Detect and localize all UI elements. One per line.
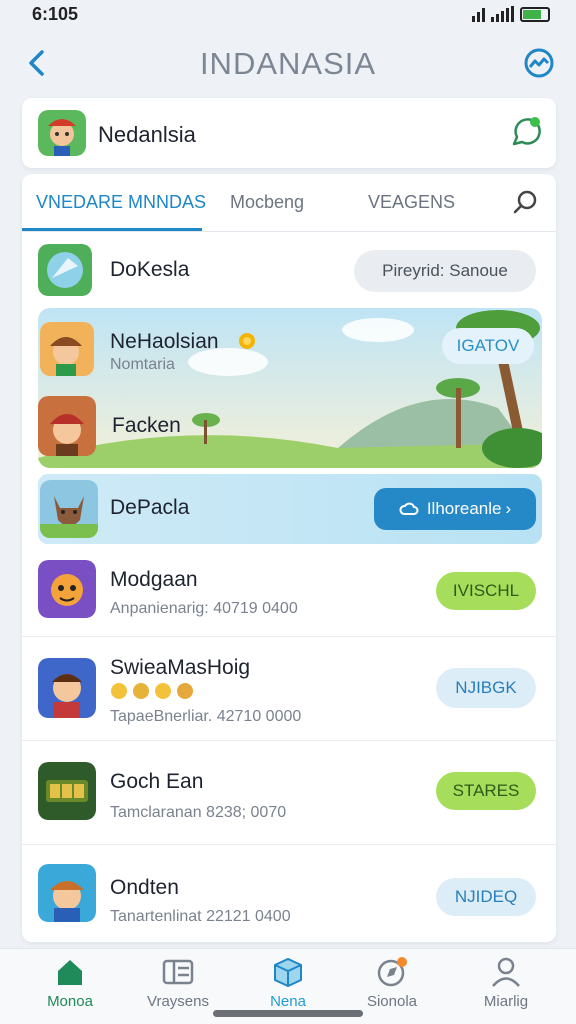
- coin-icon: [239, 333, 255, 349]
- ivischl-button[interactable]: IVISCHL: [436, 572, 536, 610]
- nav-label: Nena: [270, 993, 306, 1010]
- list-item-dokesla[interactable]: DoKesla Pireyrid: Sanoue: [22, 238, 556, 304]
- row-name: Goch Ean: [110, 770, 204, 793]
- list-item-goch-ean[interactable]: Goch Ean Tamclaranan 8238; 0070 STARES: [22, 742, 556, 842]
- row-name: DoKesla: [110, 258, 190, 281]
- nav-label: Monoa: [47, 993, 93, 1010]
- status-icons: [472, 6, 550, 22]
- ilhoreanle-button[interactable]: Ilhoreanle ›: [374, 488, 536, 530]
- ondten-app-icon: [38, 864, 96, 922]
- emoji-icon: [155, 683, 171, 699]
- status-bar: 6:105: [0, 0, 576, 32]
- status-time: 6:105: [32, 4, 79, 24]
- dokesla-app-icon: [38, 244, 92, 296]
- row-name: Modgaan: [110, 568, 198, 591]
- grid-panel-icon: [162, 959, 194, 985]
- home-indicator[interactable]: [213, 1010, 363, 1017]
- emoji-icon: [111, 683, 127, 699]
- emoji-icon: [133, 683, 149, 699]
- stares-button[interactable]: STARES: [436, 772, 536, 810]
- emoji-row: [110, 682, 194, 700]
- list-item-swieamashoig[interactable]: SwieaMasHoig TapaeBnerliar. 42710 0000 N…: [22, 638, 556, 740]
- compass-icon: [377, 957, 407, 987]
- row-divider: [22, 844, 556, 845]
- tab-veagens[interactable]: VEAGENS: [368, 192, 455, 213]
- row-subtitle: Nomtaria: [110, 356, 175, 373]
- profile-card[interactable]: Nedanlsia: [22, 98, 556, 168]
- row-name: Facken: [112, 414, 181, 437]
- row-name: DePacla: [110, 496, 190, 519]
- depacla-app-icon: [40, 480, 98, 538]
- nav-item-miarlig[interactable]: Miarlig: [456, 955, 556, 1010]
- row-name: NeHaolsian: [110, 330, 219, 353]
- row-divider: [22, 636, 556, 637]
- list-item-depacla[interactable]: DePacla Ilhoreanle ›: [38, 474, 542, 544]
- nav-label: Vraysens: [147, 993, 209, 1010]
- page-title: INDANASIA: [199, 46, 377, 81]
- nav-item-nena[interactable]: Nena: [238, 955, 338, 1010]
- row-subtitle: Anpanienarig: 40719 0400: [110, 600, 298, 617]
- njideq-button[interactable]: NJIDEQ: [436, 878, 536, 916]
- signal-icon: [491, 6, 514, 22]
- nehaolsian-app-icon: [40, 322, 94, 376]
- igatov-button[interactable]: IGATOV: [442, 328, 534, 364]
- row-subtitle: Tamclaranan 8238; 0070: [110, 804, 287, 821]
- nav-item-sionola[interactable]: Sionola: [342, 955, 442, 1010]
- nav-label: Sionola: [366, 993, 418, 1010]
- njibgk-button[interactable]: NJIBGK: [436, 668, 536, 708]
- chat-bubble-icon[interactable]: [508, 114, 544, 150]
- search-icon[interactable]: [512, 188, 540, 216]
- chevron-right-icon: ›: [505, 499, 512, 518]
- facken-app-icon: [38, 396, 96, 456]
- battery-icon: [520, 7, 550, 22]
- messenger-icon[interactable]: [522, 46, 556, 80]
- nav-item-monoa[interactable]: Monoa: [20, 955, 120, 1010]
- featured-banner: NeHaolsian Nomtaria IGATOV Facken: [38, 308, 542, 468]
- goch-ean-app-icon: [38, 762, 96, 820]
- list-item-modgaan[interactable]: Modgaan Anpanienarig: 40719 0400 IVISCHL: [22, 548, 556, 636]
- row-divider: [22, 740, 556, 741]
- nav-item-vraysens[interactable]: Vraysens: [128, 955, 228, 1010]
- row-name: Ondten: [110, 876, 179, 899]
- tab-vnedare-mnndas[interactable]: VNEDARE MNNDAS: [36, 192, 206, 213]
- tab-bar: VNEDARE MNNDAS Mocbeng VEAGENS: [22, 174, 556, 232]
- ilhoreanle-label: Ilhoreanle: [426, 499, 502, 518]
- list-item-ondten[interactable]: Ondten Tanartenlinat 22121 0400 NJIDEQ: [22, 846, 556, 942]
- swieamashoig-app-icon: [38, 658, 96, 718]
- modgaan-app-icon: [38, 560, 96, 618]
- row-name: SwieaMasHoig: [110, 656, 251, 679]
- cloud-icon: [399, 502, 419, 515]
- content-card: VNEDARE MNNDAS Mocbeng VEAGENS DoKesla P…: [22, 174, 556, 942]
- user-profile-icon: [492, 957, 520, 987]
- profile-name: Nedanlsia: [98, 122, 196, 147]
- wifi-icon: [472, 6, 485, 22]
- row-subtitle: Tanartenlinat 22121 0400: [110, 908, 291, 925]
- package-box-icon: [274, 957, 302, 988]
- emoji-icon: [177, 683, 193, 699]
- row-subtitle: TapaeBnerliar. 42710 0000: [110, 708, 302, 725]
- profile-avatar: [38, 110, 86, 156]
- tab-mocbeng[interactable]: Mocbeng: [230, 192, 304, 213]
- nav-label: Miarlig: [483, 993, 529, 1010]
- player-status-button[interactable]: Pireyrid: Sanoue: [354, 250, 536, 292]
- app-header: INDANASIA: [0, 38, 576, 88]
- active-tab-indicator: [22, 228, 202, 231]
- home-icon: [58, 960, 82, 985]
